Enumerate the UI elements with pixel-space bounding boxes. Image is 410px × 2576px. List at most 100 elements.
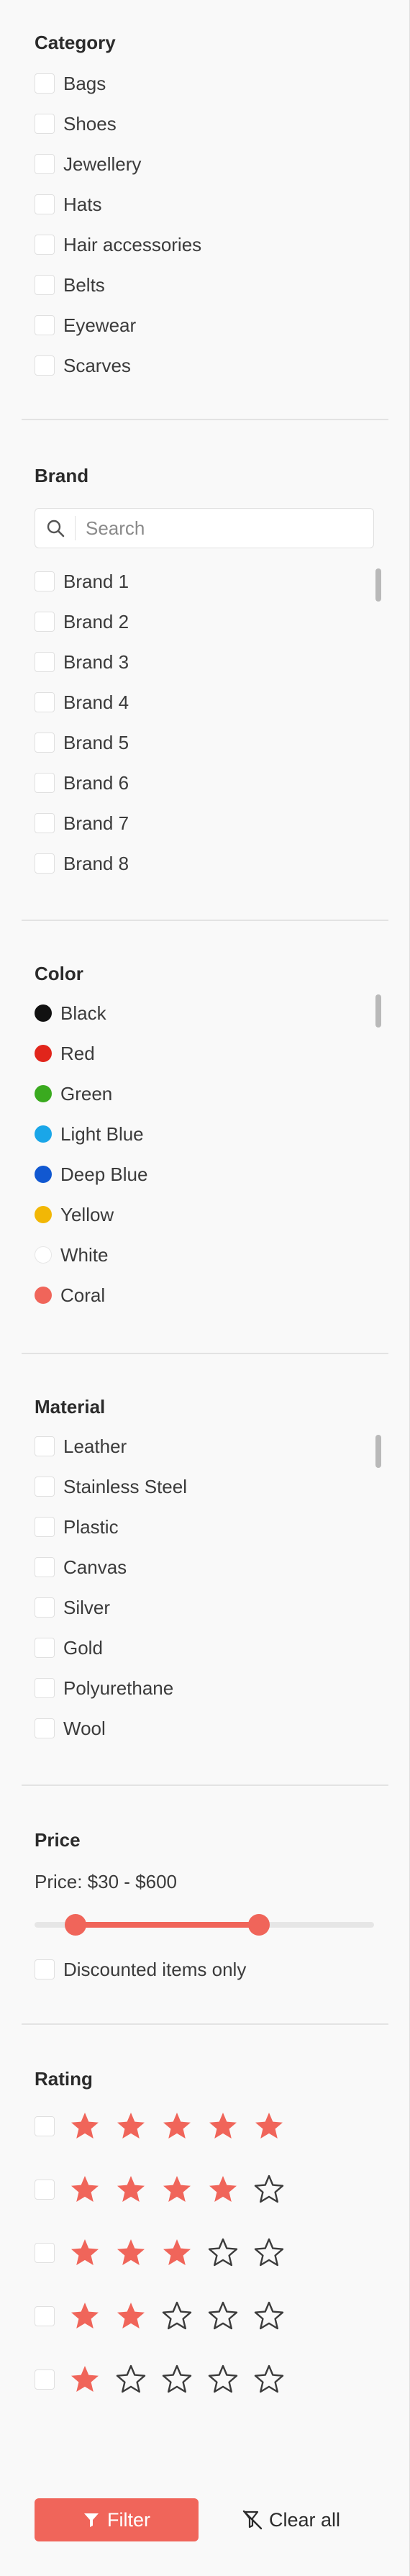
category-option[interactable]: Jewellery <box>35 150 141 178</box>
material-checkbox[interactable] <box>35 1638 55 1658</box>
brand-option[interactable]: Brand 1 <box>35 567 129 596</box>
material-checkbox[interactable] <box>35 1477 55 1497</box>
rating-option[interactable] <box>35 2235 299 2271</box>
category-option[interactable]: Shoes <box>35 109 117 138</box>
category-label: Scarves <box>63 354 131 376</box>
rating-checkbox[interactable] <box>35 2243 55 2263</box>
star-empty-icon <box>207 2364 239 2395</box>
rating-option[interactable] <box>35 2298 299 2334</box>
brand-checkbox[interactable] <box>35 571 55 591</box>
slider-thumb-max[interactable] <box>247 1914 270 1936</box>
brand-checkbox[interactable] <box>35 813 55 833</box>
material-option[interactable]: Gold <box>35 1633 103 1662</box>
brand-option[interactable]: Brand 5 <box>35 728 129 757</box>
brand-checkbox[interactable] <box>35 652 55 672</box>
category-option[interactable]: Hats <box>35 190 101 219</box>
brand-checkbox[interactable] <box>35 733 55 753</box>
color-option[interactable]: Light Blue <box>35 1120 144 1148</box>
clear-all-button[interactable]: Clear all <box>242 2498 350 2541</box>
brand-option[interactable]: Brand 3 <box>35 648 129 676</box>
category-option[interactable]: Bags <box>35 69 106 98</box>
color-swatch[interactable] <box>35 1246 52 1264</box>
color-option[interactable]: Deep Blue <box>35 1160 147 1189</box>
color-option[interactable]: Coral <box>35 1281 105 1310</box>
category-option[interactable]: Scarves <box>35 351 131 380</box>
rating-stars <box>69 2364 299 2395</box>
rating-option[interactable] <box>35 2362 299 2398</box>
color-swatch[interactable] <box>35 1085 52 1102</box>
category-option[interactable]: Eyewear <box>35 311 136 340</box>
color-swatch[interactable] <box>35 1166 52 1183</box>
brand-search-box[interactable] <box>35 508 374 548</box>
brand-checkbox[interactable] <box>35 692 55 712</box>
material-checkbox[interactable] <box>35 1557 55 1577</box>
material-option[interactable]: Silver <box>35 1593 110 1622</box>
rating-checkbox[interactable] <box>35 2369 55 2390</box>
color-option[interactable]: White <box>35 1241 108 1269</box>
brand-scrollbar[interactable] <box>375 568 381 602</box>
color-swatch[interactable] <box>35 1206 52 1223</box>
material-option[interactable]: Polyurethane <box>35 1674 173 1702</box>
category-checkbox[interactable] <box>35 315 55 335</box>
category-checkbox[interactable] <box>35 194 55 214</box>
star-filled-icon <box>115 2174 147 2205</box>
brand-checkbox[interactable] <box>35 853 55 874</box>
brand-label: Brand 8 <box>63 852 129 874</box>
material-scrollbar[interactable] <box>375 1435 381 1468</box>
slider-fill <box>75 1922 259 1928</box>
brand-option[interactable]: Brand 8 <box>35 849 129 878</box>
star-filled-icon <box>161 2237 193 2269</box>
color-option[interactable]: Yellow <box>35 1200 114 1229</box>
material-label: Silver <box>63 1596 111 1618</box>
color-swatch[interactable] <box>35 1125 52 1143</box>
material-checkbox[interactable] <box>35 1597 55 1618</box>
material-checkbox[interactable] <box>35 1436 55 1456</box>
material-checkbox[interactable] <box>35 1718 55 1738</box>
slider-thumb-min[interactable] <box>64 1914 86 1936</box>
brand-option[interactable]: Brand 4 <box>35 688 129 717</box>
brand-label: Brand 4 <box>63 691 129 713</box>
color-label: Yellow <box>60 1203 114 1225</box>
category-checkbox[interactable] <box>35 355 55 376</box>
material-checkbox[interactable] <box>35 1517 55 1537</box>
rating-stars <box>69 2174 299 2205</box>
color-scrollbar[interactable] <box>375 994 381 1028</box>
discount-option[interactable]: Discounted items only <box>35 1955 246 1984</box>
material-option[interactable]: Canvas <box>35 1553 127 1582</box>
brand-option[interactable]: Brand 2 <box>35 607 129 636</box>
brand-search-input[interactable] <box>76 517 363 540</box>
price-slider[interactable] <box>35 1914 374 1936</box>
category-checkbox[interactable] <box>35 275 55 295</box>
brand-checkbox[interactable] <box>35 612 55 632</box>
rating-option[interactable] <box>35 2172 299 2208</box>
material-option[interactable]: Wool <box>35 1714 106 1743</box>
brand-option[interactable]: Brand 6 <box>35 768 129 797</box>
filter-button[interactable]: Filter <box>35 2498 199 2541</box>
category-option[interactable]: Belts <box>35 271 105 299</box>
color-title: Color <box>35 963 83 984</box>
material-checkbox[interactable] <box>35 1678 55 1698</box>
category-checkbox[interactable] <box>35 73 55 94</box>
category-checkbox[interactable] <box>35 235 55 255</box>
color-swatch[interactable] <box>35 1287 52 1304</box>
rating-checkbox[interactable] <box>35 2306 55 2326</box>
color-swatch[interactable] <box>35 1045 52 1062</box>
color-swatch[interactable] <box>35 1004 52 1022</box>
color-label: Red <box>60 1042 95 1064</box>
category-checkbox[interactable] <box>35 154 55 174</box>
rating-option[interactable] <box>35 2108 299 2144</box>
category-checkbox[interactable] <box>35 114 55 134</box>
material-option[interactable]: Leather <box>35 1432 127 1461</box>
color-option[interactable]: Black <box>35 999 106 1028</box>
category-option[interactable]: Hair accessories <box>35 230 201 259</box>
brand-option[interactable]: Brand 7 <box>35 809 129 838</box>
brand-checkbox[interactable] <box>35 773 55 793</box>
discount-checkbox[interactable] <box>35 1959 55 1979</box>
color-option[interactable]: Green <box>35 1079 112 1108</box>
material-option[interactable]: Stainless Steel <box>35 1472 187 1501</box>
rating-checkbox[interactable] <box>35 2116 55 2136</box>
color-option[interactable]: Red <box>35 1039 95 1068</box>
rating-checkbox[interactable] <box>35 2180 55 2200</box>
material-option[interactable]: Plastic <box>35 1513 119 1541</box>
brand-label: Brand 3 <box>63 650 129 673</box>
